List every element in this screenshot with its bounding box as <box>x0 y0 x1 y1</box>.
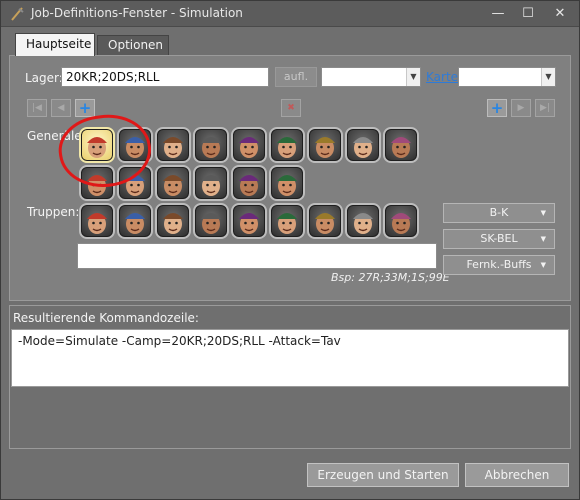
chevron-down-icon: ▼ <box>540 235 546 243</box>
general-14-icon[interactable] <box>231 165 267 201</box>
camp-input[interactable]: 20KR;20DS;RLL <box>61 67 269 87</box>
minimize-button[interactable]: — <box>487 5 509 23</box>
map-link[interactable]: Karte <box>426 70 458 84</box>
last-button[interactable]: ▶| <box>535 99 555 117</box>
window-title: Job-Definitions-Fenster - Simulation <box>31 6 243 20</box>
troops-input[interactable] <box>77 243 437 269</box>
chevron-down-icon: ▼ <box>540 261 546 269</box>
chevron-down-icon: ▼ <box>406 68 420 86</box>
crossbowman-icon[interactable] <box>307 203 343 239</box>
general-5-icon[interactable] <box>231 127 267 163</box>
next-button[interactable]: ▶ <box>511 99 531 117</box>
app-icon <box>11 7 24 21</box>
general-9-icon[interactable] <box>383 127 419 163</box>
add-right-button[interactable]: + <box>487 99 507 117</box>
chevron-down-icon: ▼ <box>541 68 555 86</box>
tab-optionen[interactable]: Optionen <box>97 35 169 55</box>
close-button[interactable]: ✕ <box>549 5 571 23</box>
ranged-buffs-label: Fernk.-Buffs <box>466 258 532 271</box>
general-3-icon[interactable] <box>155 127 191 163</box>
apply-button[interactable]: aufl. <box>275 67 317 87</box>
recruit-icon[interactable] <box>79 203 115 239</box>
general-6-icon[interactable] <box>269 127 305 163</box>
skbel-button-label: SK-BEL <box>480 232 518 245</box>
first-button[interactable]: |◀ <box>27 99 47 117</box>
soldier-icon[interactable] <box>269 203 305 239</box>
delete-button[interactable]: ✖ <box>281 99 301 117</box>
bk-button-label: B-K <box>489 206 509 219</box>
general-4-icon[interactable] <box>193 127 229 163</box>
general-7-icon[interactable] <box>307 127 343 163</box>
cannoneer-icon[interactable] <box>383 203 419 239</box>
general-13-icon[interactable] <box>193 165 229 201</box>
camp-combo[interactable]: ▼ <box>321 67 421 87</box>
troops-example: Bsp: 27R;33M;1S;99E <box>331 271 450 284</box>
general-15-icon[interactable] <box>269 165 305 201</box>
bowman-icon[interactable] <box>117 203 153 239</box>
cavalry-icon[interactable] <box>193 203 229 239</box>
cancel-button[interactable]: Abbrechen <box>465 463 569 487</box>
general-11-icon[interactable] <box>117 165 153 201</box>
job-definition-window: Job-Definitions-Fenster - Simulation — ☐… <box>0 0 580 500</box>
command-line-output[interactable]: -Mode=Simulate -Camp=20KR;20DS;RLL -Atta… <box>11 329 569 387</box>
general-1-icon[interactable] <box>79 127 115 163</box>
bk-button[interactable]: B-K ▼ <box>443 203 555 223</box>
tab-hauptseite[interactable]: Hauptseite <box>15 33 95 56</box>
title-bar: Job-Definitions-Fenster - Simulation — ☐… <box>1 1 579 27</box>
militia-icon[interactable] <box>155 203 191 239</box>
map-combo[interactable]: ▼ <box>458 67 556 87</box>
longbowman-icon[interactable] <box>231 203 267 239</box>
chevron-down-icon: ▼ <box>540 209 546 217</box>
maximize-button[interactable]: ☐ <box>517 5 539 23</box>
troops-label: Truppen: <box>27 205 80 219</box>
elite-soldier-icon[interactable] <box>345 203 381 239</box>
prev-button[interactable]: ◀ <box>51 99 71 117</box>
skbel-button[interactable]: SK-BEL ▼ <box>443 229 555 249</box>
general-12-icon[interactable] <box>155 165 191 201</box>
generate-start-button[interactable]: Erzeugen und Starten <box>307 463 459 487</box>
add-left-button[interactable]: + <box>75 99 95 117</box>
general-10-icon[interactable] <box>79 165 115 201</box>
general-2-icon[interactable] <box>117 127 153 163</box>
generals-label: Generäle: <box>27 129 86 143</box>
general-8-icon[interactable] <box>345 127 381 163</box>
ranged-buffs-button[interactable]: Fernk.-Buffs ▼ <box>443 255 555 275</box>
camp-label: Lager: <box>25 71 63 85</box>
result-label: Resultierende Kommandozeile: <box>13 311 199 325</box>
